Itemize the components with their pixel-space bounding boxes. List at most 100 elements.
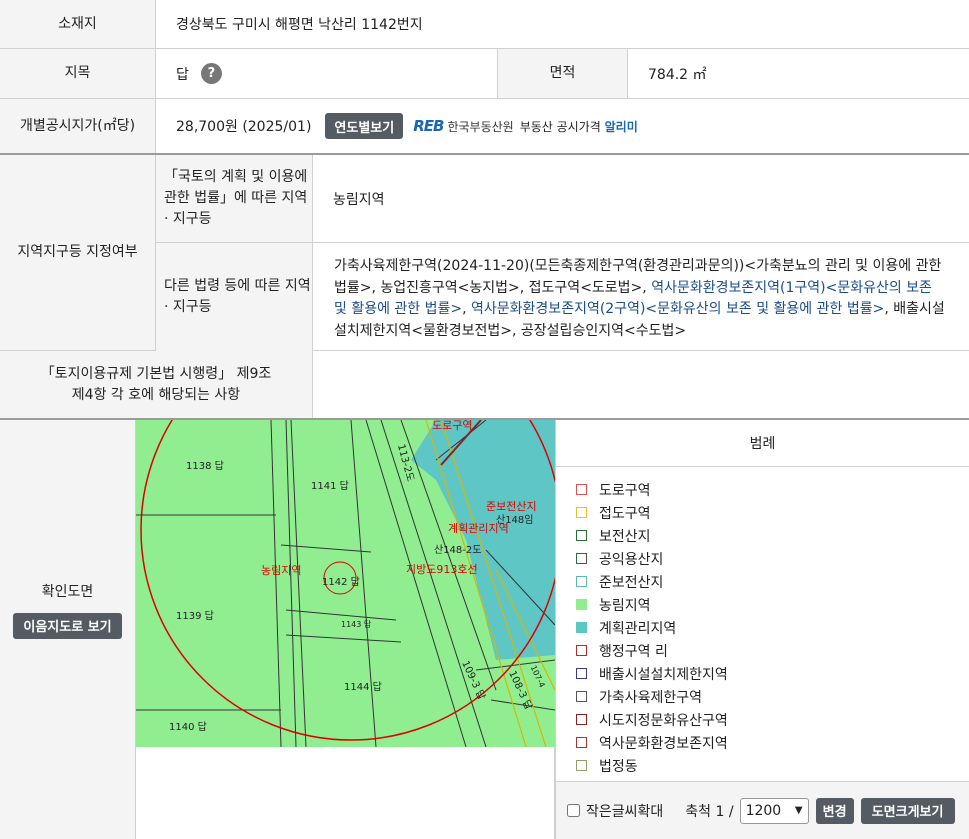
zone-label-agricultural: 농림지역	[261, 564, 302, 577]
zoning-other-label: 다른 법령 등에 따른 지역 · 지구등	[156, 243, 313, 351]
map-blank-area	[136, 747, 555, 839]
parcel-label-1141: 1141 답	[311, 481, 349, 492]
scale-label: 축척 1 /	[685, 803, 734, 820]
zoning-link-2[interactable]: 역사문화환경보존지역(2구역)<문화유산의 보존 및 활용에 관한 법률>	[471, 301, 884, 317]
location-row: 소재지 경상북도 구미시 해평면 낙산리 1142번지	[0, 0, 969, 49]
legend-swatch	[576, 530, 587, 541]
area-value: 784.2 ㎡	[648, 66, 707, 83]
zoning-national-value: 농림지역	[333, 191, 385, 208]
legend-label: 보전산지	[599, 528, 651, 545]
zone-label-road: 지방도913호선	[406, 563, 478, 576]
legend-item: 시도지정문화유산구역	[576, 708, 728, 731]
legend-item: 행정구역 리	[576, 639, 668, 662]
jimok-row: 지목 답 ? 면적 784.2 ㎡	[0, 49, 969, 99]
jimok-label: 지목	[0, 49, 156, 98]
legend-swatch	[576, 622, 587, 633]
location-label: 소재지	[0, 0, 156, 48]
legend-label: 공익용산지	[599, 551, 664, 568]
legend-item: 도로구역	[576, 478, 651, 501]
legend-swatch	[576, 553, 587, 564]
map-label: 확인도면	[41, 583, 94, 600]
scale-select[interactable]: 1200 ▼	[739, 797, 809, 824]
price-value-cell: 28,700원 (2025/01) 연도별보기 REB 한국부동산원 부동산 공…	[156, 99, 969, 153]
zone-label-road-area: 도로구역	[432, 420, 473, 432]
zoning-national: 「국토의 계획 및 이용에 관한 법률」에 따른 지역 · 지구등 농림지역	[156, 155, 969, 243]
legend-item: 준보전산지	[576, 570, 663, 593]
reb-link[interactable]: REB 한국부동산원 부동산 공시가격 알리미	[413, 117, 638, 135]
parcel-label-1140: 1140 답	[169, 722, 207, 733]
jimok-value-cell: 답 ?	[156, 49, 498, 98]
small-text-checkbox[interactable]	[567, 804, 580, 817]
legend-label: 역사문화환경보존지역	[599, 735, 728, 752]
planning-zone-area	[411, 420, 555, 660]
legend-item: 보전산지	[576, 524, 651, 547]
legend-swatch	[576, 484, 587, 495]
small-text-label: 작은글씨확대	[586, 803, 664, 820]
legend-item: 배출시설설치제한지역	[576, 662, 728, 685]
map-label-cell: 확인도면 이음지도로 보기	[0, 420, 136, 839]
legend-label: 행정구역 리	[599, 643, 668, 660]
legend-item: 법정동	[576, 754, 638, 777]
legend-swatch	[576, 737, 587, 748]
legend-label: 가축사육제한구역	[599, 689, 703, 706]
help-icon[interactable]: ?	[200, 63, 222, 84]
price-label: 개별공시지가(㎡당)	[0, 99, 156, 153]
map-section: 확인도면 이음지도로 보기 1138 답 1141 답 1139 답 1142 …	[0, 420, 969, 839]
regulation-row: 「토지이용규제 기본법 시행령」 제9조 제4항 각 호에 해당되는 사항	[0, 351, 969, 420]
legend-panel: 범례 도로구역접도구역보전산지공익용산지준보전산지농림지역계획관리지역행정구역 …	[555, 420, 969, 781]
jimok-value: 답	[176, 66, 189, 83]
zoning-row: 지역지구등 지정여부 「국토의 계획 및 이용에 관한 법률」에 따른 지역 ·…	[0, 155, 969, 351]
regulation-value	[313, 351, 969, 418]
scale-select-value: 1200	[745, 802, 782, 819]
legend-swatch	[576, 576, 587, 587]
legend-label: 시도지정문화유산구역	[599, 712, 728, 729]
legend-swatch	[576, 507, 587, 518]
parcel-label-1143: 1143 답	[341, 620, 372, 629]
legend-label: 준보전산지	[599, 574, 664, 591]
area-label: 면적	[498, 49, 628, 98]
legend-swatch	[576, 691, 587, 702]
legend-item: 계획관리지역	[576, 616, 676, 639]
location-value: 경상북도 구미시 해평면 낙산리 1142번지	[176, 17, 423, 33]
zoning-other-value: 가축사육제한구역(2024-11-20)(모든축종제한구역(환경관리과문의))<…	[313, 243, 969, 351]
change-button[interactable]: 변경	[815, 797, 854, 824]
legend-item: 농림지역	[576, 593, 651, 616]
price-row: 개별공시지가(㎡당) 28,700원 (2025/01) 연도별보기 REB 한…	[0, 99, 969, 155]
legend-title: 범례	[556, 420, 969, 467]
legend-item: 가축사육제한구역	[576, 685, 702, 708]
parcel-label-1142: 1142 답	[322, 577, 360, 588]
eum-map-button[interactable]: 이음지도로 보기	[13, 612, 122, 639]
yearly-view-button[interactable]: 연도별보기	[325, 113, 404, 139]
zone-label-semi-conservation: 준보전산지	[486, 500, 537, 513]
legend-swatch	[576, 714, 587, 725]
enlarge-map-button[interactable]: 도면크게보기	[860, 797, 955, 824]
legend-swatch	[576, 760, 587, 771]
parcel-map[interactable]: 1138 답 1141 답 1139 답 1142 답 1143 답 1144 …	[136, 420, 555, 747]
legend-item: 역사문화환경보존지역	[576, 731, 728, 754]
legend-item: 공익용산지	[576, 547, 663, 570]
zoning-label: 지역지구등 지정여부	[0, 155, 156, 350]
parcel-label-1138: 1138 답	[186, 461, 224, 472]
reb-name: 한국부동산원	[447, 119, 514, 134]
legend-label: 배출시설설치제한지역	[599, 666, 728, 683]
zoning-other: 다른 법령 등에 따른 지역 · 지구등 가축사육제한구역(2024-11-20…	[156, 243, 969, 351]
legend-label: 법정동	[599, 758, 638, 775]
parcel-label-1144: 1144 답	[344, 682, 382, 693]
legend-swatch	[576, 668, 587, 679]
reb-logo-icon: REB	[413, 117, 444, 135]
map-controls: 작은글씨확대 축척 1 / 1200 ▼ 변경 도면크게보기	[555, 781, 969, 839]
zoning-other-sep: ,	[462, 301, 472, 317]
parcel-label-1139: 1139 답	[176, 611, 214, 622]
legend-label: 접도구역	[599, 505, 651, 522]
reb-service: 부동산 공시가격	[519, 119, 601, 134]
legend-item: 접도구역	[576, 501, 651, 524]
regulation-label: 「토지이용규제 기본법 시행령」 제9조 제4항 각 호에 해당되는 사항	[0, 351, 313, 418]
legend-label: 농림지역	[599, 597, 651, 614]
zone-label-planning: 계획관리지역	[448, 522, 509, 535]
reb-service-highlight: 알리미	[604, 119, 638, 134]
legend-swatch	[576, 645, 587, 656]
chevron-down-icon: ▼	[794, 805, 803, 816]
zoning-national-label: 「국토의 계획 및 이용에 관한 법률」에 따른 지역 · 지구등	[156, 155, 313, 242]
legend-label: 계획관리지역	[599, 620, 677, 637]
price-value: 28,700원 (2025/01)	[176, 119, 312, 135]
